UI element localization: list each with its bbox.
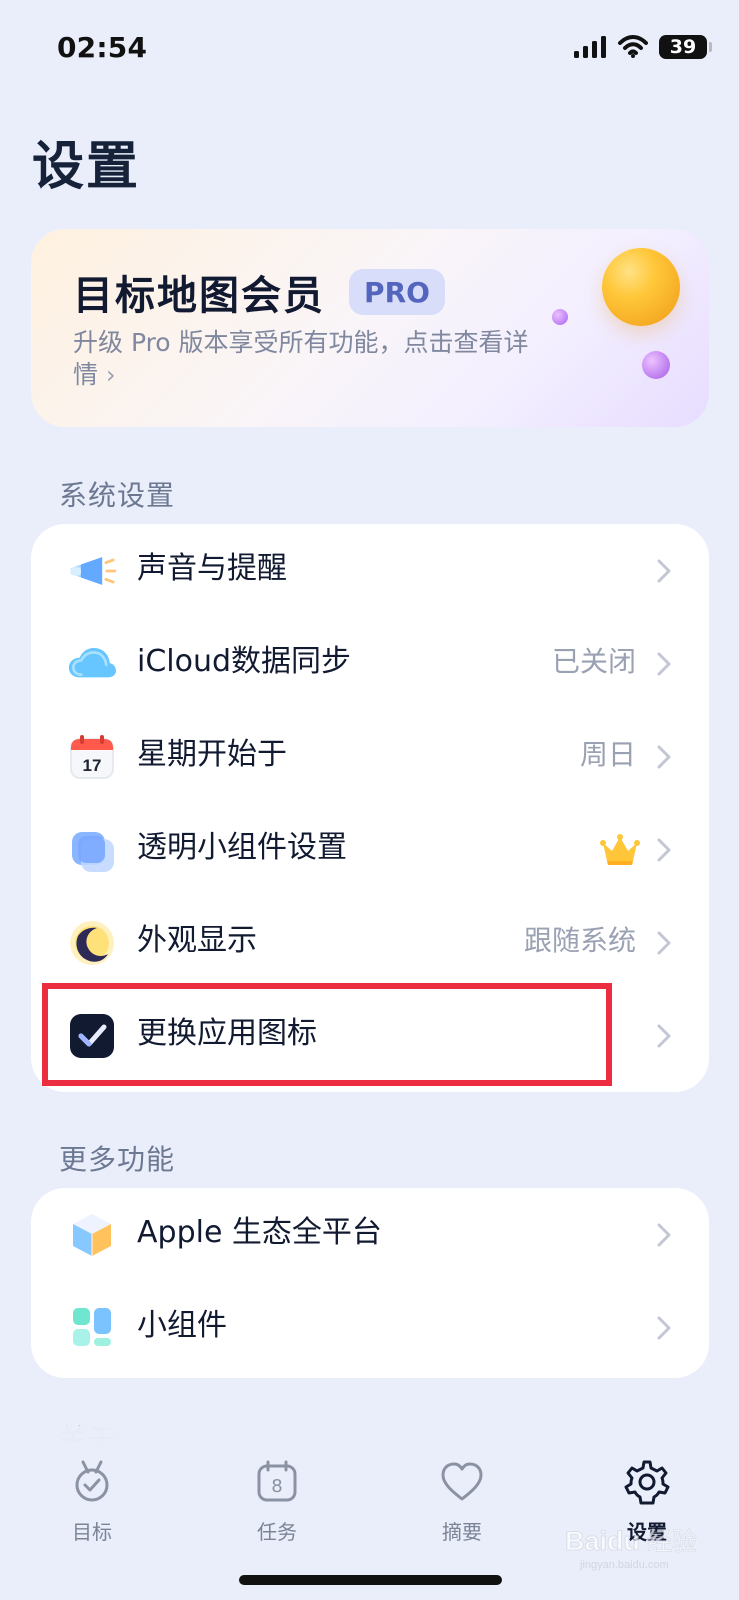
pro-title: 目标地图会员 — [73, 273, 325, 319]
settings-row-label: 小组件 — [137, 1308, 227, 1343]
pro-subtitle: 升级 Pro 版本享受所有功能，点击查看详情 › — [73, 327, 551, 391]
watermark-url: jingyan.baidu.com — [579, 1559, 669, 1571]
heart-icon — [441, 1462, 483, 1501]
gold-orb-icon — [602, 248, 680, 326]
calendar-icon: 17 — [68, 733, 116, 781]
gear-icon — [624, 1460, 670, 1505]
section-title-system: 系统设置 — [59, 479, 176, 512]
status-time: 02:54 — [57, 31, 148, 64]
megaphone-icon — [68, 547, 116, 595]
chevron-right-icon — [657, 559, 671, 583]
purple-orb-icon — [642, 351, 670, 379]
medal-icon — [75, 1460, 109, 1502]
pro-membership-card[interactable]: 目标地图会员 PRO 升级 Pro 版本享受所有功能，点击查看详情 › — [31, 229, 709, 427]
settings-row-value: 已关闭 — [551, 645, 636, 678]
more-features-card: Apple 生态全平台 小组件 — [31, 1188, 709, 1378]
chevron-right-icon — [657, 931, 671, 955]
purple-dot-icon — [552, 309, 568, 325]
settings-row-label: 更换应用图标 — [137, 1016, 317, 1051]
chevron-right-icon — [657, 1223, 671, 1247]
system-settings-card: 声音与提醒 iCloud数据同步 已关闭 17 星期开始于 周日 透明小组件设置… — [31, 524, 709, 1092]
wifi-icon — [618, 35, 648, 58]
settings-row-label: 星期开始于 — [137, 737, 287, 772]
home-indicator — [239, 1575, 502, 1585]
calendar-icon-text: 17 — [83, 756, 102, 775]
chevron-right-icon — [657, 745, 671, 769]
status-icons: 39 — [573, 33, 712, 61]
task-calendar-icon: 8 — [257, 1460, 297, 1502]
settings-row-value: 周日 — [579, 738, 636, 771]
watermark-brand: Baidu — [565, 1526, 640, 1556]
section-title-more: 更多功能 — [59, 1143, 176, 1176]
settings-row-label: Apple 生态全平台 — [137, 1215, 382, 1250]
widgets-grid-icon — [68, 1304, 116, 1352]
baidu-watermark: Baidu 经验 jingyan.baidu.com — [565, 1526, 697, 1572]
pro-subtitle-text: 升级 Pro 版本享受所有功能，点击查看详情 — [73, 328, 529, 389]
signal-icon — [574, 36, 606, 58]
moon-icon — [68, 919, 116, 967]
pro-badge: PRO — [349, 269, 445, 315]
chevron-right-icon — [657, 652, 671, 676]
chevron-right-icon — [657, 1024, 671, 1048]
cube-icon — [68, 1211, 116, 1259]
settings-row-value: 跟随系统 — [523, 924, 636, 957]
settings-row-change-app-icon[interactable]: 更换应用图标 — [31, 989, 709, 1084]
settings-row-week-start[interactable]: 17 星期开始于 周日 — [31, 710, 709, 805]
settings-row-widgets[interactable]: 小组件 — [31, 1281, 709, 1376]
tab-goals[interactable]: 目标 — [44, 1458, 140, 1548]
battery-indicator: 39 — [659, 35, 712, 59]
settings-row-label: 声音与提醒 — [137, 551, 287, 586]
tab-label: 摘要 — [442, 1520, 482, 1544]
widget-icon — [68, 826, 116, 874]
settings-row-appearance[interactable]: 外观显示 跟随系统 — [31, 896, 709, 991]
task-icon-text: 8 — [271, 1476, 282, 1497]
settings-row-label: 透明小组件设置 — [137, 830, 347, 865]
tab-summary[interactable]: 摘要 — [414, 1458, 510, 1548]
crown-icon — [600, 834, 640, 865]
status-bar: 02:54 39 — [0, 0, 739, 92]
settings-row-label: iCloud数据同步 — [137, 644, 352, 679]
settings-row-label: 外观显示 — [137, 923, 257, 958]
chevron-right-icon — [657, 838, 671, 862]
page-title: 设置 — [32, 137, 141, 197]
chevron-right-icon: › — [106, 361, 116, 389]
settings-row-icloud-sync[interactable]: iCloud数据同步 已关闭 — [31, 617, 709, 712]
tab-tasks[interactable]: 8 任务 — [229, 1458, 325, 1548]
settings-row-sound-reminder[interactable]: 声音与提醒 — [31, 524, 709, 619]
tab-label: 任务 — [257, 1520, 297, 1544]
tab-label: 目标 — [72, 1520, 112, 1544]
settings-row-transparent-widget[interactable]: 透明小组件设置 — [31, 803, 709, 898]
settings-row-apple-ecosystem[interactable]: Apple 生态全平台 — [31, 1188, 709, 1283]
cloud-icon — [68, 640, 116, 688]
pro-title-row: 目标地图会员 PRO — [73, 263, 445, 321]
app-icon — [68, 1012, 116, 1060]
chevron-right-icon — [657, 1316, 671, 1340]
watermark-suffix: 经验 — [647, 1527, 697, 1556]
